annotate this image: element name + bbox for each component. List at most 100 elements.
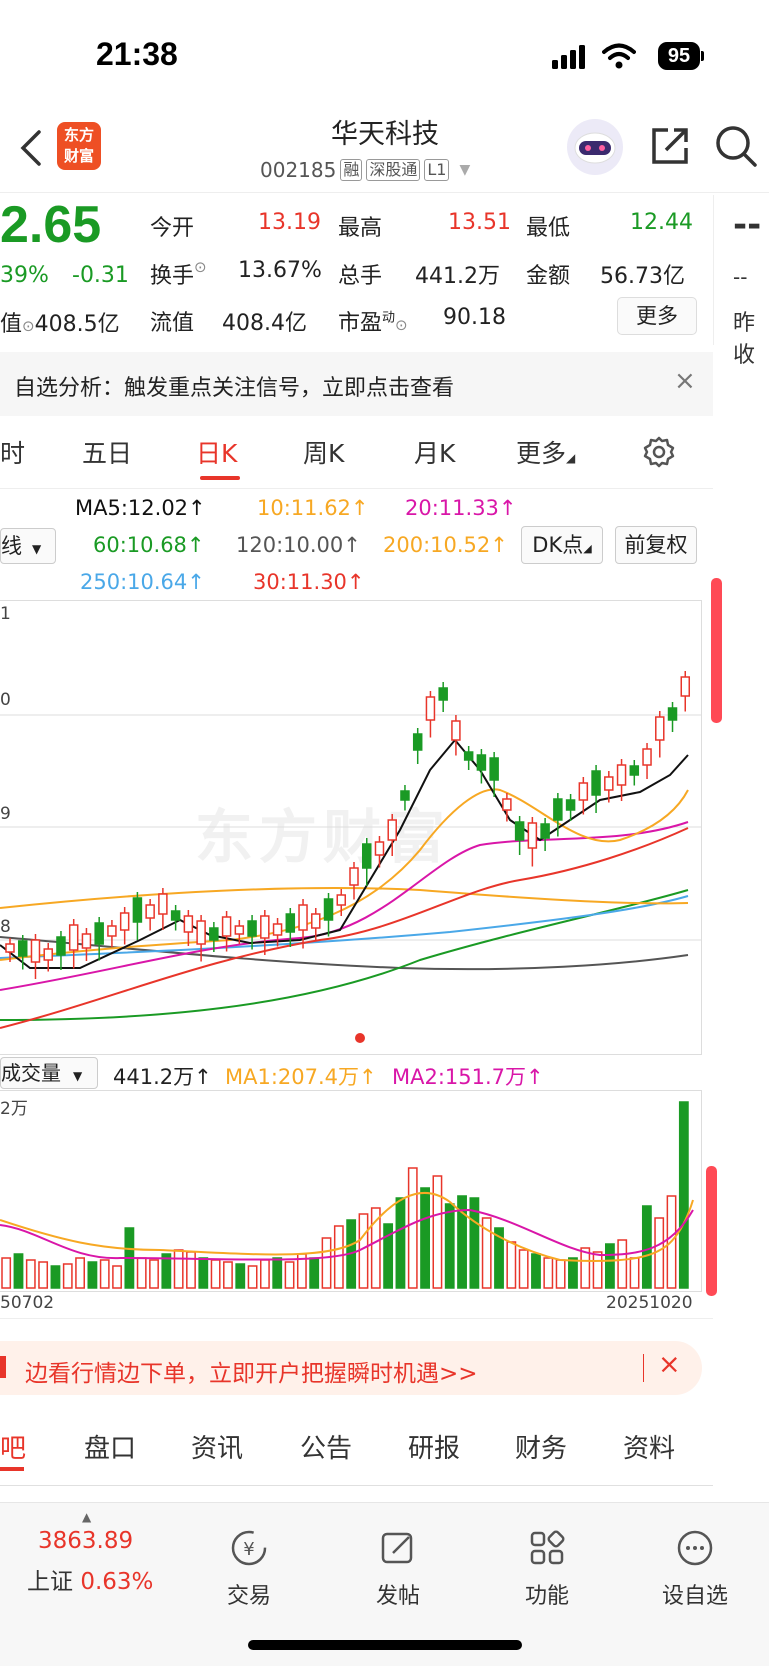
- banner-close-icon[interactable]: ×: [658, 1349, 681, 1380]
- banner-separator: [643, 1354, 644, 1382]
- tab-announcements[interactable]: 公告: [300, 1428, 352, 1465]
- back-icon[interactable]: [18, 128, 44, 172]
- nav-trade-label: 交易: [226, 1584, 271, 1609]
- volume-bar: [358, 1213, 369, 1289]
- tab-more[interactable]: 更多◢: [516, 434, 575, 470]
- tab-forum[interactable]: 吧: [0, 1428, 26, 1465]
- candle: [234, 925, 245, 935]
- tab-profile[interactable]: 资料: [623, 1428, 675, 1465]
- amount-label: 金额: [526, 264, 571, 289]
- nav-post[interactable]: 发帖: [343, 1528, 453, 1610]
- volume-bar: [531, 1253, 541, 1289]
- index-row[interactable]: 上证 0.63%: [27, 1562, 153, 1596]
- volume-bar: [235, 1263, 246, 1289]
- candle: [311, 913, 321, 929]
- axis-label-3: 9: [0, 804, 11, 824]
- candle: [425, 696, 436, 721]
- volume-bar: [13, 1253, 24, 1289]
- candle: [30, 939, 41, 963]
- info-icon[interactable]: ⊙: [194, 258, 207, 276]
- robot-avatar-icon[interactable]: [565, 117, 625, 181]
- candle: [5, 943, 15, 953]
- index-pct: 0.63%: [80, 1569, 154, 1595]
- dk-point-button[interactable]: DK点◢: [521, 526, 603, 564]
- axis-label-4: 8: [0, 917, 11, 937]
- forward-adjust-button[interactable]: 前复权: [615, 526, 697, 564]
- candle: [56, 936, 66, 956]
- ma200-value: 200:10.52↑: [383, 533, 508, 557]
- tab-weekly-k[interactable]: 周K: [303, 434, 344, 470]
- nav-trade[interactable]: ¥ 交易: [194, 1528, 304, 1610]
- open-label: 今开: [150, 216, 195, 241]
- candle: [158, 893, 168, 915]
- volume-bar: [149, 1259, 159, 1289]
- volume-bar: [420, 1187, 430, 1289]
- volume-bar: [173, 1249, 184, 1289]
- dropdown-icon[interactable]: ▼: [459, 162, 470, 178]
- volume-indicator-select[interactable]: 成交量 ▼: [0, 1057, 98, 1089]
- tag-margin: 融: [340, 159, 363, 181]
- volume-scroll-indicator[interactable]: [706, 1166, 717, 1296]
- kline-scroll-indicator[interactable]: [711, 578, 722, 723]
- volume-bar: [641, 1205, 652, 1289]
- ma20-value: 20:11.33↑: [405, 496, 517, 520]
- info-icon[interactable]: ⊙: [22, 317, 35, 335]
- battery-tip: [701, 51, 704, 61]
- current-price: 2.65: [0, 196, 102, 254]
- candle: [298, 904, 308, 931]
- candle: [196, 920, 206, 945]
- share-icon[interactable]: [648, 124, 692, 172]
- settings-gear-icon[interactable]: [642, 435, 676, 473]
- tab-financials[interactable]: 财务: [515, 1428, 567, 1465]
- candle: [591, 770, 601, 796]
- candle: [260, 915, 270, 939]
- search-icon[interactable]: [714, 124, 758, 172]
- stock-name: 华天科技: [331, 119, 439, 150]
- line-type-select[interactable]: 线 ▼: [0, 528, 56, 564]
- battery-indicator: 95: [658, 42, 700, 70]
- nav-functions[interactable]: 功能: [492, 1528, 602, 1610]
- candle: [272, 923, 283, 936]
- candle: [565, 799, 576, 811]
- volume-bar: [555, 1259, 566, 1289]
- change-value: -0.31: [72, 263, 129, 288]
- ma5-value: MA5:12.02↑: [75, 496, 206, 520]
- turnover-label-text: 换手: [150, 264, 195, 289]
- info-icon[interactable]: ⊙: [395, 316, 408, 334]
- tab-monthly-k[interactable]: 月K: [414, 434, 455, 470]
- tab-research[interactable]: 研报: [408, 1428, 460, 1465]
- turnover-value: 13.67%: [238, 258, 322, 283]
- kline-chart[interactable]: [0, 600, 702, 1055]
- volume-bar: [284, 1261, 295, 1289]
- nav-add-watchlist-label: 设自选: [661, 1584, 728, 1609]
- volume-select-label: 成交量: [1, 1061, 61, 1085]
- tab-intraday[interactable]: 时: [0, 434, 25, 470]
- alert-close-icon[interactable]: ×: [674, 366, 696, 396]
- tab-order-book[interactable]: 盘口: [84, 1428, 136, 1465]
- stock-code: 002185: [260, 158, 337, 182]
- banner-text[interactable]: 边看行情边下单，立即开户把握瞬时机遇>>: [25, 1354, 478, 1388]
- more-button[interactable]: 更多: [617, 297, 697, 335]
- svg-text:¥: ¥: [243, 1539, 254, 1560]
- volume-chart[interactable]: [0, 1090, 702, 1292]
- index-value[interactable]: 3863.89: [38, 1528, 133, 1554]
- banner-accent: [0, 1356, 6, 1378]
- nav-functions-label: 功能: [524, 1584, 569, 1609]
- nav-add-watchlist[interactable]: 设自选: [640, 1528, 750, 1610]
- alert-text[interactable]: 自选分析：触发重点关注信号，立即点击查看: [14, 370, 454, 402]
- tab-news[interactable]: 资讯: [191, 1428, 243, 1465]
- tab-daily-k[interactable]: 日K: [196, 434, 237, 470]
- candle: [463, 751, 474, 761]
- volume-bar: [617, 1239, 628, 1289]
- volume-bar: [186, 1251, 196, 1289]
- volume-bar: [592, 1251, 603, 1289]
- edit-icon: [381, 1532, 413, 1564]
- corner-arrow-icon: ◢: [583, 542, 592, 555]
- stock-code-row: 002185 融 深股通 L1 ▼: [260, 158, 470, 182]
- volume-bar: [444, 1203, 455, 1289]
- tab-five-day[interactable]: 五日: [82, 434, 132, 470]
- candle: [412, 733, 423, 751]
- header-divider: [0, 192, 769, 193]
- candle: [680, 676, 691, 697]
- logo-line2: 财富: [63, 147, 94, 165]
